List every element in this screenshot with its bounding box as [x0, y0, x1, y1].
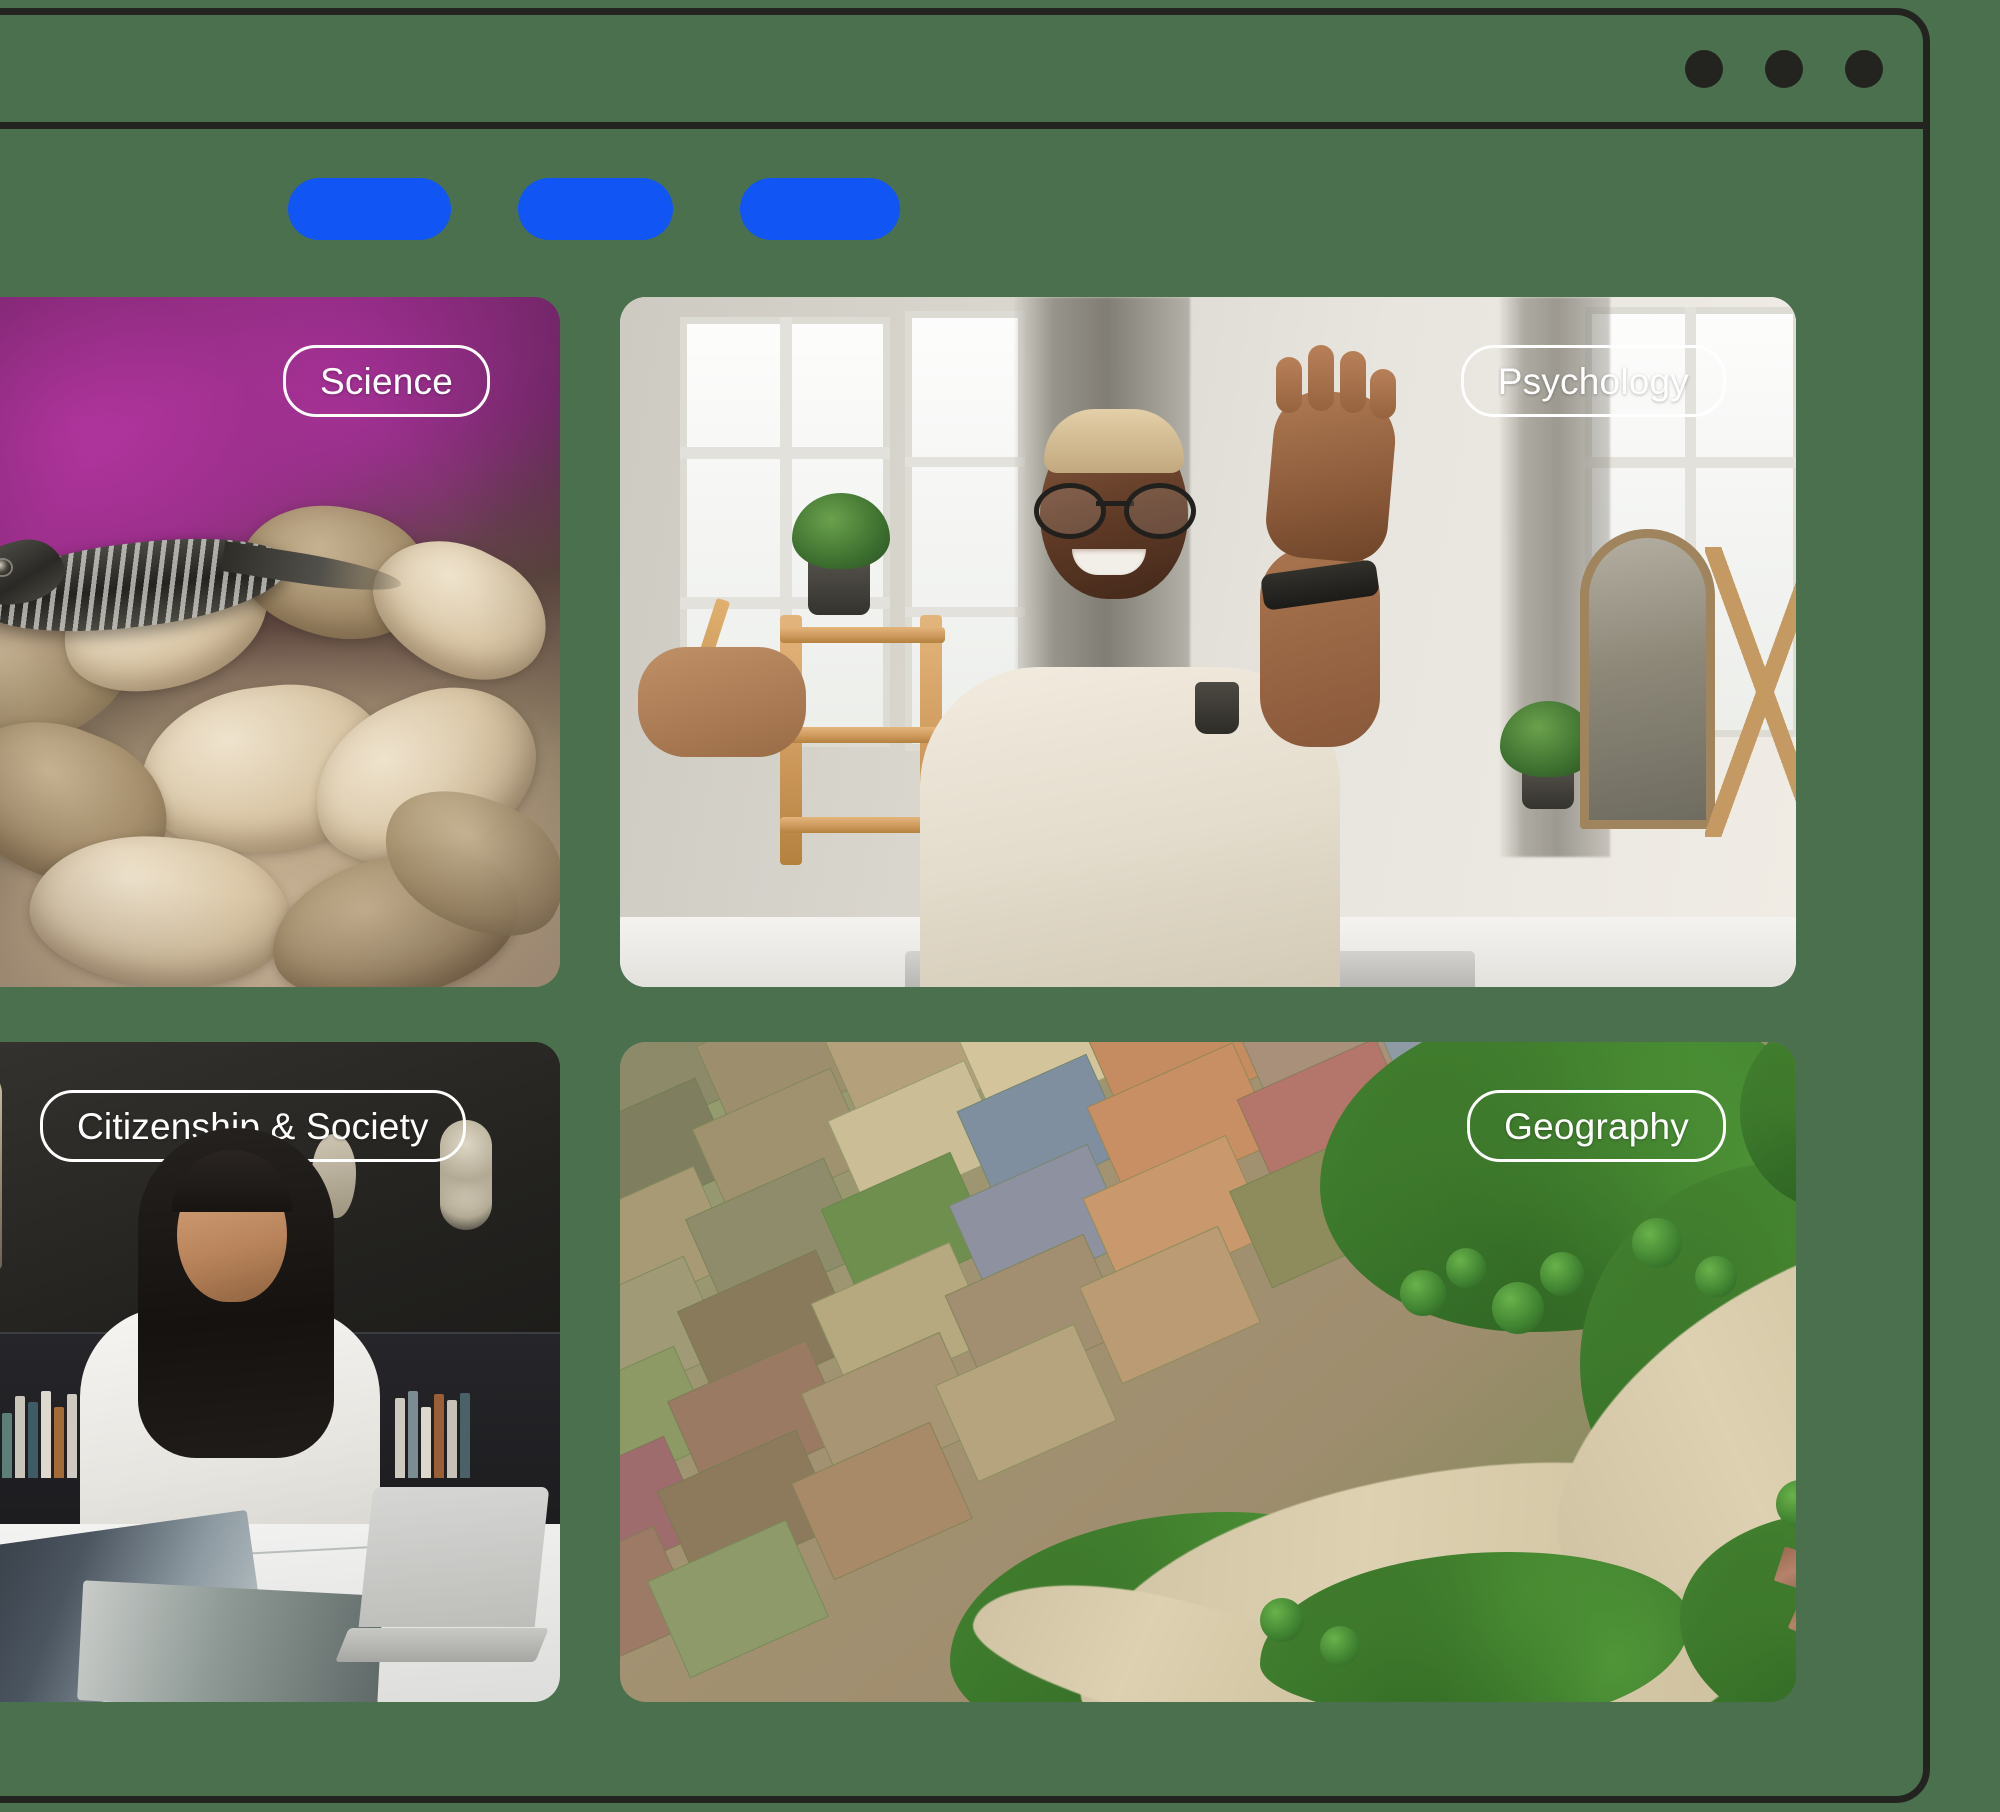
category-card-grid: Science Psychology Citizenship & Society… [0, 297, 1796, 1702]
window-dot-1-icon[interactable] [1685, 49, 1723, 88]
window-controls [1685, 49, 1883, 88]
category-card-psychology[interactable]: Psychology [620, 297, 1796, 987]
browser-titlebar [0, 15, 1923, 129]
nav-pill-2[interactable] [518, 178, 673, 240]
category-card-geography[interactable]: Geography [620, 1042, 1796, 1702]
nav-pill-1[interactable] [288, 178, 451, 240]
category-card-society[interactable]: Citizenship & Society [0, 1042, 560, 1702]
card-chip-geography[interactable]: Geography [1467, 1090, 1726, 1162]
card-chip-science[interactable]: Science [282, 345, 490, 417]
window-dot-3-icon[interactable] [1845, 49, 1883, 88]
category-card-science[interactable]: Science [0, 297, 560, 987]
window-dot-2-icon[interactable] [1765, 49, 1803, 88]
card-chip-psychology[interactable]: Psychology [1460, 345, 1726, 417]
nav-pill-3[interactable] [740, 178, 900, 240]
nav-pill-row [288, 178, 900, 240]
